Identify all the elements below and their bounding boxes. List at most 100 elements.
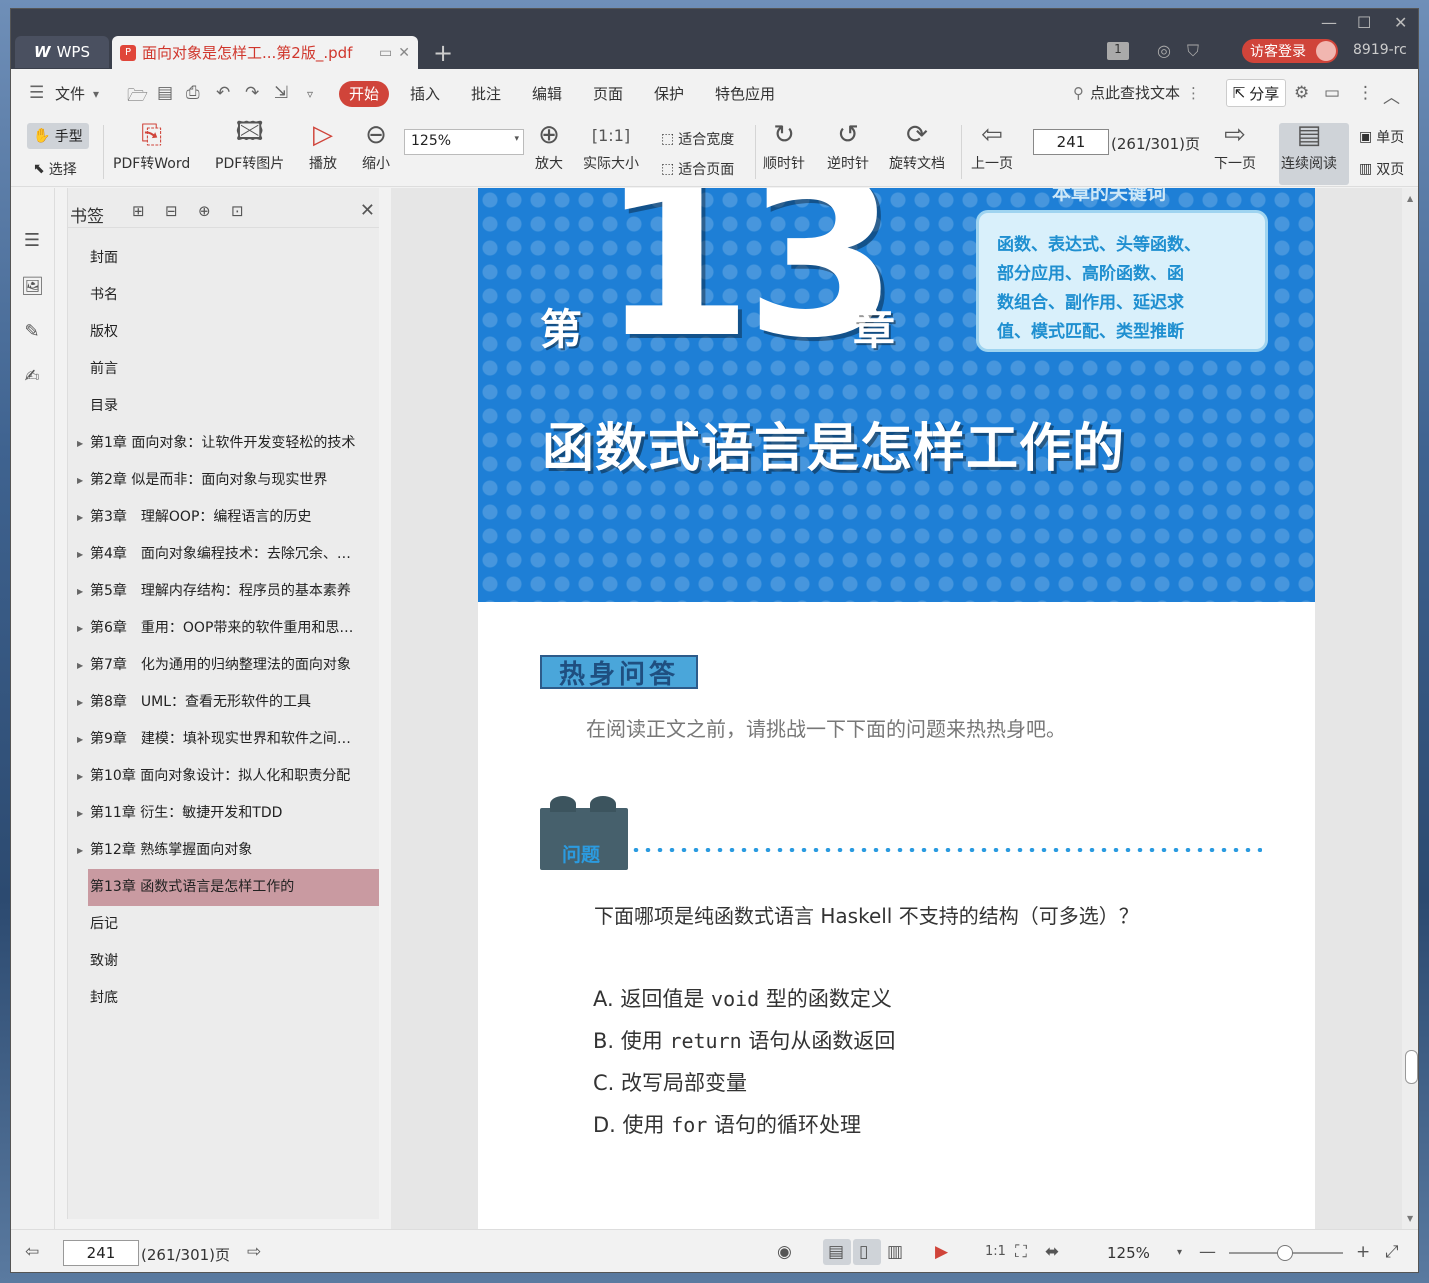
bookmark-item[interactable]: 致谢 [68, 943, 380, 980]
open-folder-icon[interactable]: 🗁 [127, 83, 148, 112]
continuous-reading-button[interactable]: ▤ 连续阅读 [1281, 117, 1337, 173]
expand-arrow-icon[interactable]: ▶ [77, 721, 83, 758]
expand-arrow-icon[interactable]: ▶ [77, 610, 83, 647]
rotate-document-button[interactable]: ⟳ 旋转文档 [889, 117, 945, 173]
redo-icon[interactable]: ↷ [245, 83, 259, 103]
status-page-input[interactable]: 241 [63, 1240, 139, 1266]
menu-file[interactable]: 文件 [55, 83, 85, 104]
maximize-icon[interactable]: ☐ [1357, 13, 1371, 32]
thumbnail-icon[interactable]: 🖼 [21, 276, 44, 298]
bookmark-item[interactable]: ▶ 第4章 面向对象编程技术：去除冗余、… [68, 536, 380, 573]
chevron-down-icon[interactable]: ▾ [93, 87, 99, 101]
signature-icon[interactable]: ✍ [21, 366, 43, 388]
bookmark-list-icon[interactable]: ☰ [21, 230, 43, 252]
bookmark-item[interactable]: ▶ 第9章 建模：填补现实世界和软件之间… [68, 721, 380, 758]
fit-page-icon[interactable]: ⛶ [1015, 1242, 1027, 1262]
bookmark-item[interactable]: ▶ 第1章 面向对象：让软件开发变轻松的技术 [68, 425, 380, 462]
bookmark-item[interactable]: 版权 [68, 314, 380, 351]
add-bookmark-icon[interactable]: ⊕ [198, 202, 211, 220]
prev-page-icon[interactable]: ⇦ [25, 1242, 39, 1262]
bookmark-item[interactable]: ▶ 第12章 熟练掌握面向对象 [68, 832, 380, 869]
bookmark-item[interactable]: 后记 [68, 906, 380, 943]
fit-page-button[interactable]: ⬚ 适合页面 [661, 159, 734, 179]
close-tab-icon[interactable]: ✕ [398, 45, 410, 61]
menu-page[interactable]: 页面 [593, 83, 623, 104]
more-options-icon[interactable]: ⋮ [1357, 83, 1374, 103]
pdf-to-image-button[interactable]: 🖾 PDF转图片 [215, 117, 284, 173]
select-tool-button[interactable]: ⬉ 选择 [33, 159, 77, 179]
collapse-all-icon[interactable]: ⊟ [165, 202, 178, 220]
minimize-icon[interactable]: — [1321, 13, 1337, 32]
zoom-plus-icon[interactable]: + [1356, 1242, 1370, 1262]
wps-home-tab[interactable]: W WPS [15, 36, 109, 68]
expand-all-icon[interactable]: ⊞ [132, 202, 145, 220]
bookmark-item[interactable]: ▶ 第10章 面向对象设计：拟人化和职责分配 [68, 758, 380, 795]
single-mode-button[interactable]: ▯ [853, 1239, 881, 1265]
bookmark-item[interactable]: ▶ 第2章 似是而非：面向对象与现实世界 [68, 462, 380, 499]
scroll-down-icon[interactable]: ▼ [1407, 1214, 1413, 1223]
actual-size-button[interactable]: [1:1] 实际大小 [583, 117, 639, 173]
double-mode-icon[interactable]: ▥ [887, 1242, 903, 1262]
shirt-icon[interactable]: ⛉ [1187, 41, 1199, 61]
settings-gear-icon[interactable]: ⚙ [1294, 83, 1309, 103]
bookmark-item[interactable]: 书名 [68, 277, 380, 314]
pdf-to-word-button[interactable]: ⎘ PDF转Word [113, 117, 190, 173]
scroll-thumb[interactable] [1405, 1050, 1418, 1084]
annotation-icon[interactable]: ✎ [21, 321, 43, 343]
document-tab[interactable]: P 面向对象是怎样工...第2版_.pdf ▭ ✕ [112, 36, 418, 69]
print-icon[interactable]: ⎙ [186, 83, 200, 103]
pin-icon[interactable]: ▭ [379, 45, 392, 61]
hamburger-icon[interactable]: ☰ [29, 83, 44, 103]
bookmark-item[interactable]: ▶第13章 函数式语言是怎样工作的 [88, 869, 379, 906]
expand-arrow-icon[interactable]: ▶ [77, 462, 83, 499]
status-zoom-value[interactable]: 125% [1107, 1244, 1150, 1262]
guest-login-button[interactable]: 访客登录 [1242, 39, 1338, 63]
zoom-slider-knob[interactable] [1277, 1245, 1293, 1261]
bookmark-item[interactable]: ▶ 第11章 衍生：敏捷开发和TDD [68, 795, 380, 832]
fit-width-button[interactable]: ⬚ 适合宽度 [661, 129, 734, 149]
rotate-clockwise-button[interactable]: ↻ 顺时针 [763, 117, 805, 173]
close-window-icon[interactable]: ✕ [1394, 13, 1407, 32]
scroll-up-icon[interactable]: ▲ [1407, 194, 1413, 203]
zoom-slider[interactable] [1229, 1245, 1343, 1261]
bookmark-item[interactable]: ▶ 第5章 理解内存结构：程序员的基本素养 [68, 573, 380, 610]
expand-arrow-icon[interactable]: ▶ [77, 536, 83, 573]
bookmark-item[interactable]: ▶ 第6章 重用：OOP带来的软件重用和思… [68, 610, 380, 647]
zoom-select[interactable]: 125% ▾ [404, 129, 524, 155]
play-slideshow-icon[interactable]: ▶ [935, 1242, 948, 1262]
search-box[interactable]: ⚲ 点此查找文本 ⋮ [1073, 82, 1201, 103]
document-viewer[interactable]: 本章的关键词 13 第 章 函数、表达式、头等函数、 部分应用、高阶函数、函 数组合… [391, 188, 1418, 1229]
expand-arrow-icon[interactable]: ▶ [77, 795, 83, 832]
menu-protect[interactable]: 保护 [654, 83, 684, 104]
next-page-icon[interactable]: ⇨ [247, 1242, 261, 1262]
page-number-input[interactable]: 241 [1033, 129, 1109, 155]
expand-arrow-icon[interactable]: ▶ [77, 425, 83, 462]
previous-page-button[interactable]: ⇦ 上一页 [971, 117, 1013, 173]
expand-arrow-icon[interactable]: ▶ [77, 647, 83, 684]
bookmark-options-icon[interactable]: ⊡ [231, 202, 244, 220]
zoom-minus-icon[interactable]: — [1199, 1242, 1216, 1262]
collapse-ribbon-icon[interactable]: ︿ [1383, 83, 1400, 108]
expand-arrow-icon[interactable]: ▶ [77, 832, 83, 869]
save-icon[interactable]: ▤ [157, 83, 173, 103]
undo-icon[interactable]: ↶ [216, 83, 230, 103]
bookmark-item[interactable]: 目录 [68, 388, 380, 425]
double-page-button[interactable]: ▥ 双页 [1359, 159, 1409, 179]
bookmark-item[interactable]: 封面 [68, 240, 380, 277]
play-button[interactable]: ▷ 播放 [309, 117, 337, 173]
expand-arrow-icon[interactable]: ▶ [77, 758, 83, 795]
menu-insert[interactable]: 插入 [410, 83, 440, 104]
bookmark-item[interactable]: ▶ 第8章 UML：查看无形软件的工具 [68, 684, 380, 721]
next-page-button[interactable]: ⇨ 下一页 [1214, 117, 1256, 173]
new-tab-button[interactable]: + [433, 39, 453, 67]
menu-start[interactable]: 开始 [339, 81, 389, 107]
menu-annotate[interactable]: 批注 [471, 83, 501, 104]
comment-icon[interactable]: ▭ [1324, 83, 1340, 103]
single-page-button[interactable]: ▣ 单页 [1359, 127, 1409, 147]
expand-arrow-icon[interactable]: ▶ [77, 684, 83, 721]
more-dropdown-icon[interactable]: ▿ [307, 87, 313, 101]
zoom-out-button[interactable]: ⊖ 缩小 [362, 117, 390, 173]
continuous-mode-button[interactable]: ▤ [823, 1239, 851, 1265]
close-panel-icon[interactable]: ✕ [360, 200, 375, 221]
actual-size-icon[interactable]: 1:1 [985, 1244, 1006, 1259]
